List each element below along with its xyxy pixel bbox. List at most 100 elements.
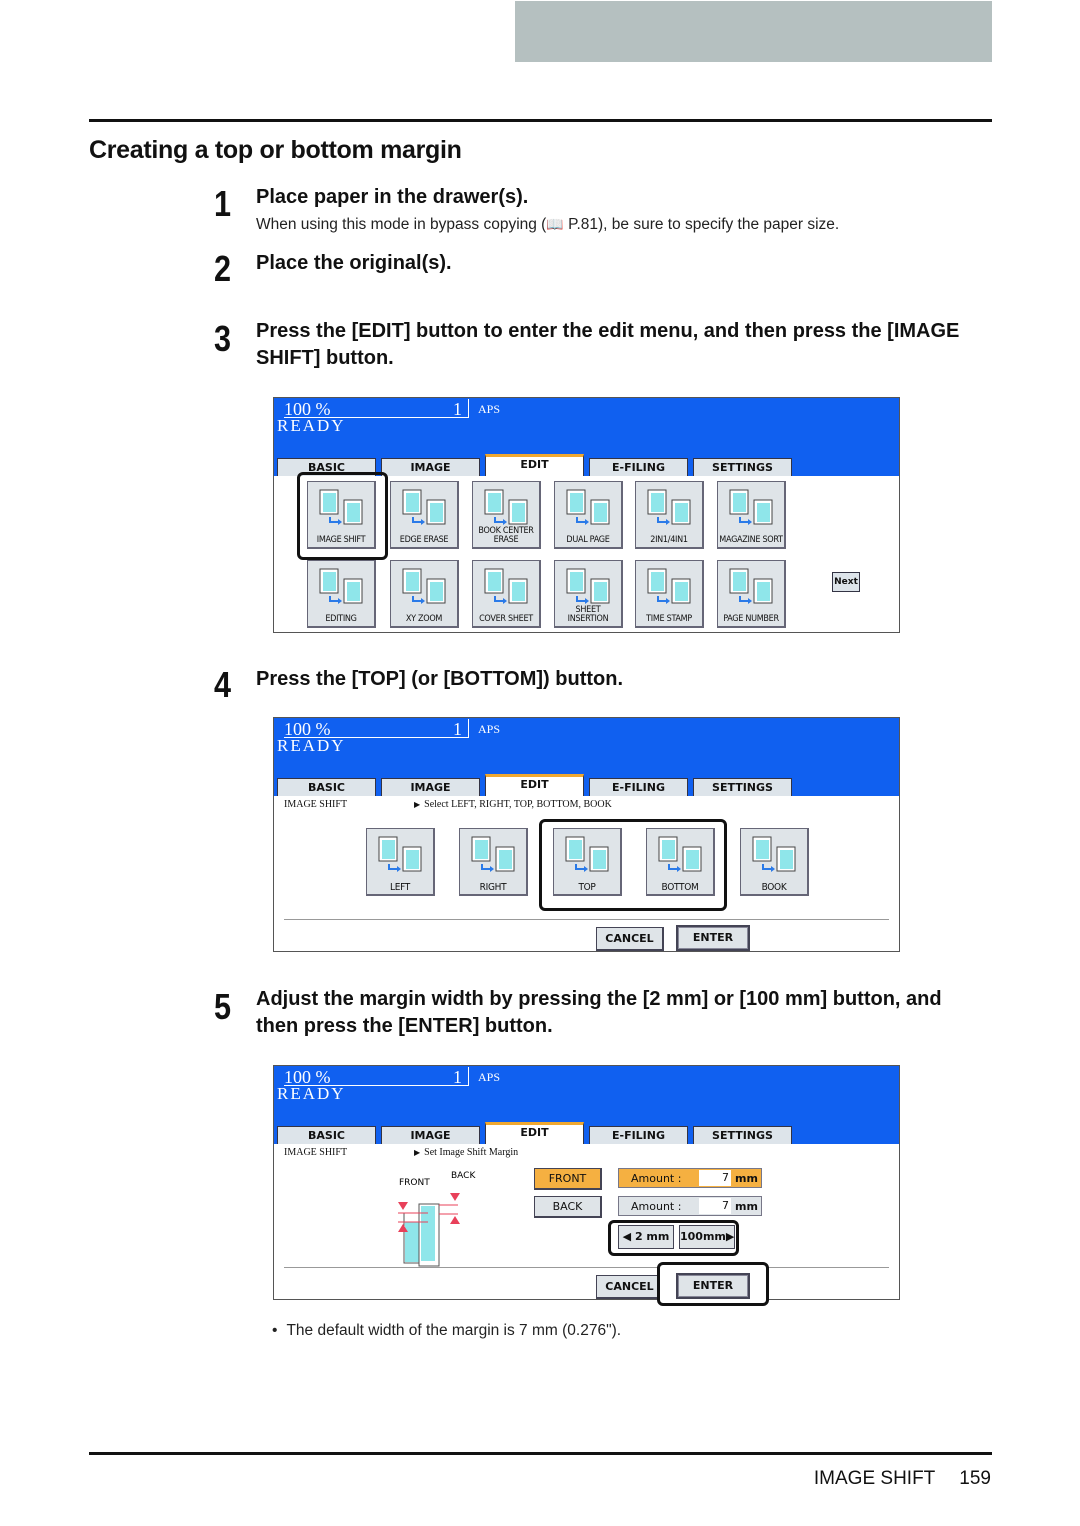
tab-bar: BASIC IMAGE EDIT E-FILING SETTINGS (277, 1122, 792, 1144)
instruction-message: ▶ Select LEFT, RIGHT, TOP, BOTTOM, BOOK (414, 799, 612, 810)
tab-image[interactable]: IMAGE (381, 1126, 480, 1144)
button-label: 2IN1/4IN1 (650, 535, 688, 545)
status-text: READY (277, 416, 346, 435)
panel-body: IMAGE SHIFT ▶ Set Image Shift Margin FRON… (274, 1144, 899, 1306)
step-number: 1 (214, 183, 232, 224)
cancel-button[interactable]: CANCEL (596, 927, 664, 951)
pointer-icon: ▶ (414, 800, 421, 809)
step-text: Adjust the margin width by pressing the … (256, 988, 942, 1037)
page-number-button[interactable]: PAGE NUMBER (717, 560, 786, 628)
xy-zoom-icon (402, 568, 446, 604)
breadcrumb: IMAGE SHIFT (284, 1147, 348, 1158)
magazine-sort-icon (729, 489, 773, 525)
button-label: EDGE ERASE (399, 535, 449, 545)
tab-image[interactable]: IMAGE (381, 778, 480, 796)
decrease-2mm-button[interactable]: ◀ 2 mm (618, 1225, 674, 1249)
xy-zoom-button[interactable]: XY ZOOM (390, 560, 459, 628)
step-number: 4 (214, 664, 232, 705)
back-button[interactable]: BACK (534, 1196, 602, 1218)
book-reference-icon: 📖 (546, 216, 564, 232)
dual-page-button[interactable]: DUAL PAGE (554, 481, 623, 549)
status-text: READY (277, 736, 346, 755)
tab-edit[interactable]: EDIT (485, 454, 584, 476)
button-label: RIGHT (479, 882, 507, 893)
subtext-part: ), be sure to specify the paper size. (598, 216, 840, 233)
section-title: Creating a top or bottom margin (89, 136, 462, 164)
tab-settings[interactable]: SETTINGS (693, 458, 792, 476)
margin-diagram-icon: FRONT BACK (398, 1171, 476, 1267)
right-arrow-icon: ▶ (725, 1230, 735, 1243)
step-number: 5 (214, 986, 232, 1027)
enter-button[interactable]: ENTER (676, 925, 750, 951)
button-label: COVER SHEET (479, 614, 533, 624)
cover-sheet-button[interactable]: COVER SHEET (472, 560, 541, 628)
time-stamp-icon (647, 568, 691, 604)
button-label: EDITING (325, 614, 357, 624)
tab-e-filing[interactable]: E-FILING (589, 778, 688, 796)
edge-erase-button[interactable]: EDGE ERASE (390, 481, 459, 549)
page-number-icon (729, 568, 773, 604)
footer-section: IMAGE SHIFT (813, 1468, 936, 1489)
cancel-button[interactable]: CANCEL (596, 1275, 664, 1299)
step-number: 2 (214, 248, 232, 289)
book-button[interactable]: BOOK (740, 828, 809, 896)
front-button[interactable]: FRONT (534, 1168, 602, 1190)
editing-button[interactable]: EDITING (307, 560, 376, 628)
status-bar: 100 % 1 APS READY BASIC IMAGE EDIT E-FILI… (274, 1066, 899, 1144)
tab-e-filing[interactable]: E-FILING (589, 1126, 688, 1144)
paper-display: APS (478, 1070, 501, 1084)
diagram-back-label: BACK (451, 1171, 476, 1181)
2in1-4in1-button[interactable]: 2IN1/4IN1 (635, 481, 704, 549)
right-button[interactable]: RIGHT (459, 828, 528, 896)
left-button[interactable]: LEFT (366, 828, 435, 896)
time-stamp-button[interactable]: TIME STAMP (635, 560, 704, 628)
status-text: READY (277, 1084, 346, 1103)
front-amount-display: Amount :7 mm (618, 1168, 762, 1188)
divider (284, 1267, 889, 1268)
page-reference-link[interactable]: P.81 (568, 216, 598, 233)
step-text: Place paper in the drawer(s). (256, 186, 529, 208)
touch-panel-image-shift: 100 % 1 APS READY BASIC IMAGE EDIT E-FILI… (273, 717, 900, 952)
tab-basic[interactable]: BASIC (277, 1126, 376, 1144)
book-center-erase-button[interactable]: BOOK CENTER ERASE (472, 481, 541, 549)
step-text: Place the original(s). (256, 252, 452, 274)
cover-sheet-icon (484, 568, 528, 604)
editing-icon (319, 568, 363, 604)
status-bar: 100 % 1 APS READY BASIC IMAGE EDIT E-FILI… (274, 398, 899, 476)
sheet-insertion-icon (566, 568, 610, 604)
button-label: DUAL PAGE (566, 535, 610, 545)
tab-image[interactable]: IMAGE (381, 458, 480, 476)
right-icon (471, 836, 515, 872)
paper-display: APS (478, 722, 501, 736)
bottom-rule (89, 1452, 992, 1455)
header-block (515, 1, 992, 62)
2in1-4in1-icon (647, 489, 691, 525)
status-bar: 100 % 1 APS READY BASIC IMAGE EDIT E-FILI… (274, 718, 899, 796)
button-label: SHEET INSERTION (567, 605, 609, 624)
book-center-erase-icon (484, 489, 528, 525)
tab-basic[interactable]: BASIC (277, 778, 376, 796)
bullet-icon: • (272, 1322, 278, 1339)
sheet-insertion-button[interactable]: SHEET INSERTION (554, 560, 623, 628)
tab-e-filing[interactable]: E-FILING (589, 458, 688, 476)
next-button[interactable]: Next (832, 572, 860, 592)
magazine-sort-button[interactable]: MAGAZINE SORT (717, 481, 786, 549)
top-rule (89, 119, 992, 122)
touch-panel-edit-menu: 100 % 1 APS READY BASIC IMAGE EDIT E-FILI… (273, 397, 900, 633)
button-label: LEFT (390, 882, 410, 893)
step-text: Press the [TOP] (or [BOTTOM]) button. (256, 668, 624, 690)
tab-settings[interactable]: SETTINGS (693, 778, 792, 796)
button-label: PAGE NUMBER (723, 614, 779, 624)
tab-edit[interactable]: EDIT (485, 774, 584, 796)
back-amount-value: 7 (699, 1198, 731, 1214)
left-icon (378, 836, 422, 872)
tab-edit[interactable]: EDIT (485, 1122, 584, 1144)
increase-100mm-button[interactable]: 100mm▶ (679, 1225, 735, 1249)
button-label: MAGAZINE SORT (719, 535, 783, 545)
touch-panel-margin: 100 % 1 APS READY BASIC IMAGE EDIT E-FILI… (273, 1065, 900, 1306)
left-arrow-icon: ◀ (622, 1230, 632, 1243)
enter-button[interactable]: ENTER (676, 1273, 750, 1299)
subtext-part: When using this mode in bypass copying ( (256, 216, 547, 233)
tab-settings[interactable]: SETTINGS (693, 1126, 792, 1144)
tab-bar: BASIC IMAGE EDIT E-FILING SETTINGS (277, 774, 792, 796)
